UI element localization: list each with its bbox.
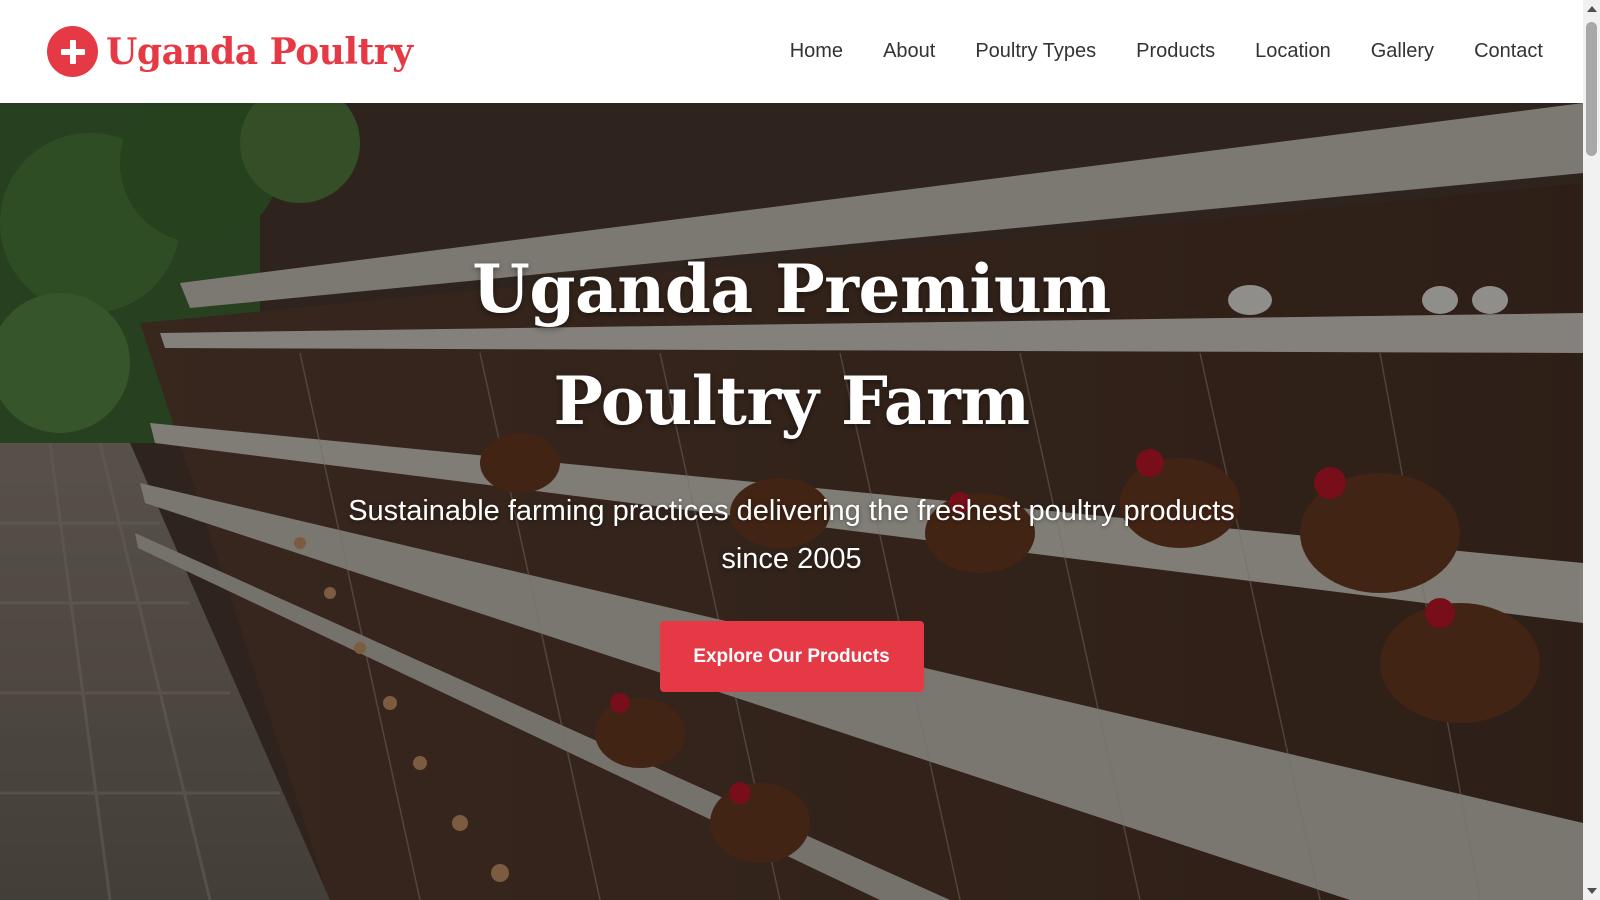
nav-about[interactable]: About bbox=[883, 40, 935, 62]
plus-circle-icon bbox=[47, 26, 98, 77]
hero-section: Uganda Premium Poultry Farm Sustainable … bbox=[0, 103, 1583, 900]
hero-content: Uganda Premium Poultry Farm Sustainable … bbox=[0, 103, 1583, 900]
nav-home[interactable]: Home bbox=[790, 40, 843, 62]
brand-name: Uganda Poultry bbox=[106, 30, 413, 73]
brand-logo-link[interactable]: Uganda Poultry bbox=[47, 26, 413, 77]
explore-products-button[interactable]: Explore Our Products bbox=[659, 621, 924, 692]
hero-title: Uganda Premium Poultry Farm bbox=[472, 250, 1111, 440]
nav-location[interactable]: Location bbox=[1255, 40, 1331, 62]
scrollbar-thumb[interactable] bbox=[1586, 22, 1597, 156]
nav-poultry-types[interactable]: Poultry Types bbox=[975, 40, 1096, 62]
nav-gallery[interactable]: Gallery bbox=[1371, 40, 1434, 62]
navbar: Uganda Poultry Home About Poultry Types … bbox=[0, 0, 1583, 103]
nav-contact[interactable]: Contact bbox=[1474, 40, 1543, 62]
nav-products[interactable]: Products bbox=[1136, 40, 1215, 62]
scroll-up-arrow-icon[interactable] bbox=[1587, 6, 1597, 12]
main-nav: Home About Poultry Types Products Locati… bbox=[790, 40, 1543, 63]
scroll-down-arrow-icon[interactable] bbox=[1587, 888, 1597, 894]
hero-subtitle: Sustainable farming practices delivering… bbox=[348, 495, 1235, 575]
page-scrollbar[interactable] bbox=[1583, 0, 1600, 900]
